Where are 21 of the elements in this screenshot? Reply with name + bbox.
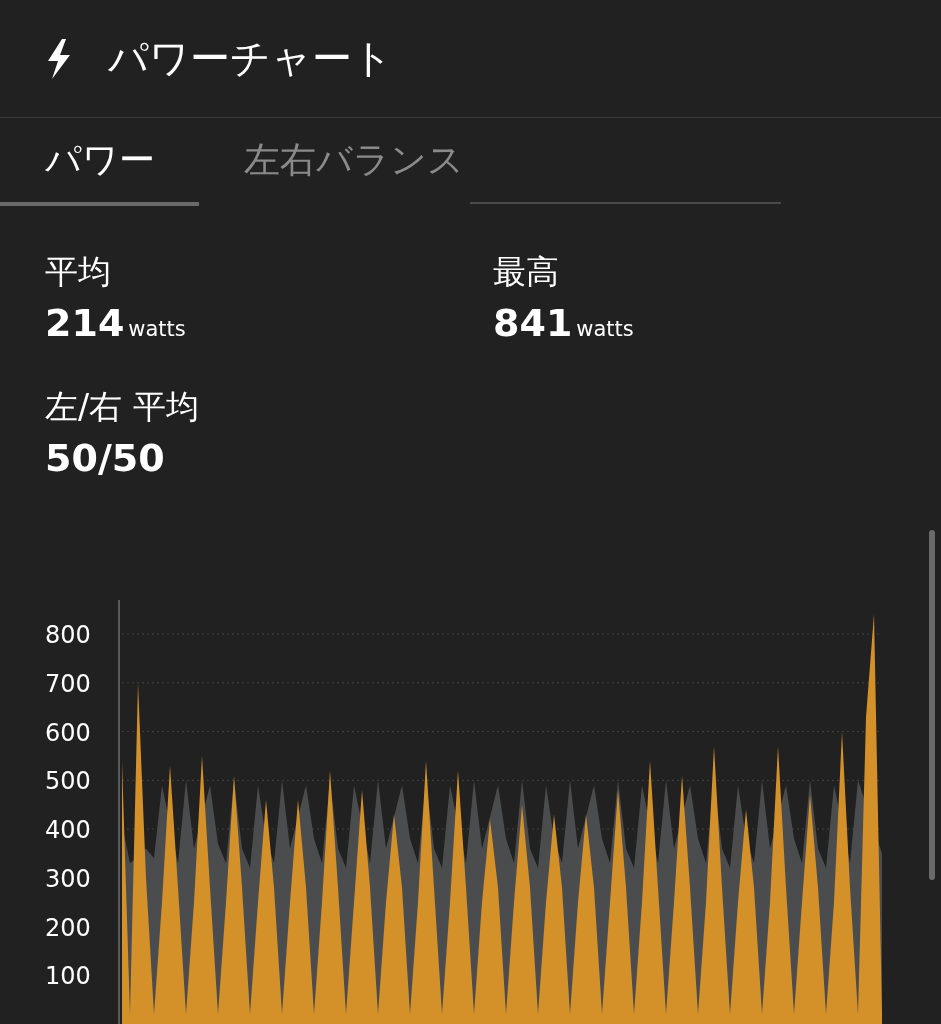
axis-tick-label: 700 [45, 669, 91, 698]
axis-tick-label: 600 [45, 718, 91, 747]
stat-value: 841 [493, 301, 573, 345]
tab[interactable]: パワー [0, 118, 199, 206]
axis-tick-label: 100 [45, 962, 91, 991]
stat-label: 平均 [45, 251, 112, 293]
stat-value: 50/50 [45, 436, 165, 480]
scrollbar[interactable] [929, 530, 935, 880]
stat-label: 最高 [493, 251, 560, 293]
axis-tick-label: 200 [45, 913, 91, 942]
stat-label: 左/右 平均 [45, 386, 200, 428]
stat-value: 214 [45, 301, 125, 345]
lightning-icon [46, 38, 72, 79]
stat-unit: watts [128, 317, 186, 341]
stat-unit: watts [576, 317, 634, 341]
panel-title: パワーチャート [108, 34, 393, 83]
axis-tick-label: 500 [45, 767, 91, 796]
axis-tick-label: 800 [45, 621, 91, 650]
axis-tick-label: 400 [45, 816, 91, 845]
axis-tick-label: 300 [45, 864, 91, 893]
tab[interactable]: 左右バランス [199, 118, 509, 206]
